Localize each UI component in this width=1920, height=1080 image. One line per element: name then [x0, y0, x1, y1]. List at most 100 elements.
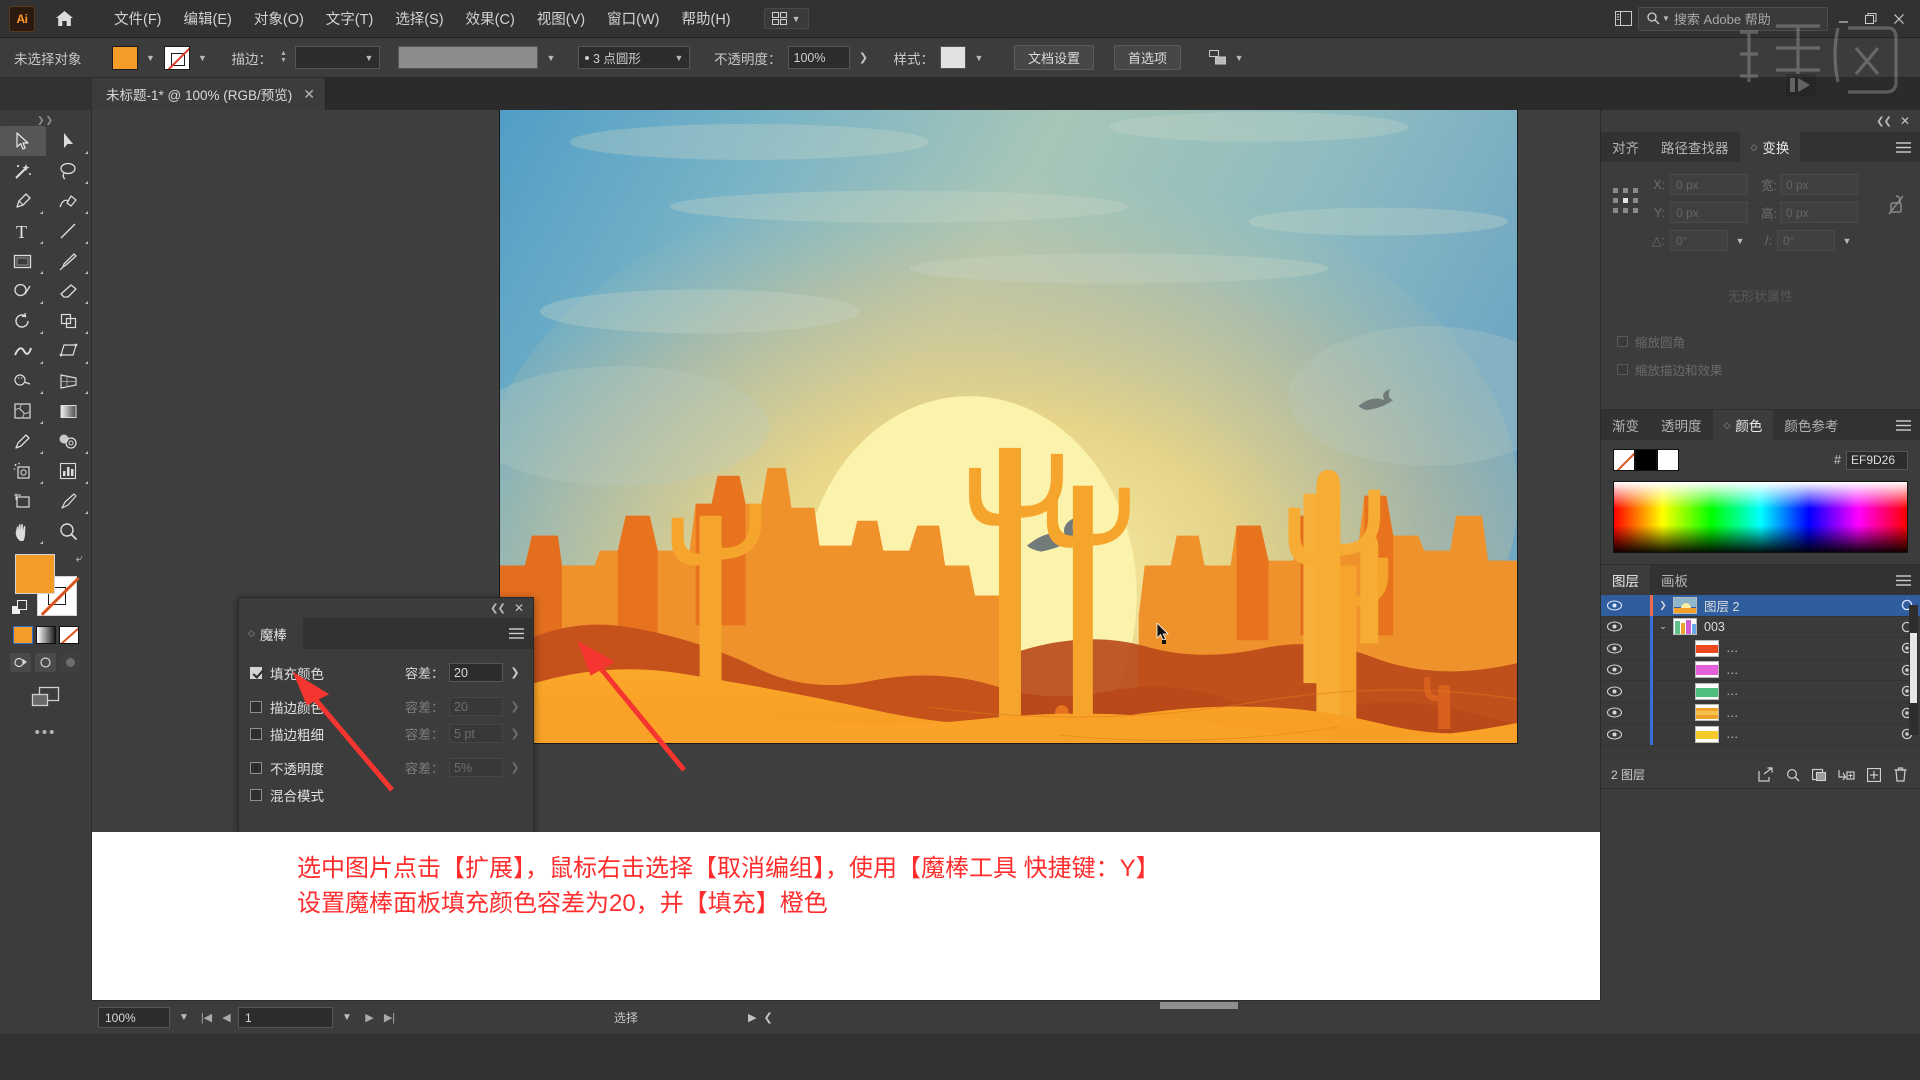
fill-color-swatch[interactable]: [111, 45, 138, 70]
layer-row-5[interactable]: …: [1601, 702, 1920, 724]
blend-tool[interactable]: [46, 426, 92, 456]
hand-tool[interactable]: [0, 516, 46, 546]
tab-layers[interactable]: 图层: [1601, 565, 1650, 595]
stroke-color-swatch[interactable]: [163, 45, 190, 70]
shaper-tool[interactable]: [0, 276, 46, 306]
menu-view[interactable]: 视图(V): [526, 3, 596, 34]
artboard-tool[interactable]: [0, 486, 46, 516]
draw-behind-icon[interactable]: [35, 653, 56, 672]
tolerance-stroke-weight-arrow[interactable]: ❯: [508, 727, 522, 740]
tolerance-opacity-arrow[interactable]: ❯: [508, 761, 522, 774]
mw-row-stroke-color[interactable]: 描边颜色 容差： 20 ❯: [250, 693, 522, 720]
mw-row-stroke-weight[interactable]: 描边粗细 容差： 5 pt ❯: [250, 720, 522, 747]
toolbar-grip[interactable]: ❯❯: [0, 114, 91, 126]
scale-tool[interactable]: [46, 306, 92, 336]
checkbox-opacity[interactable]: [250, 761, 262, 774]
input-height[interactable]: 0 px: [1780, 202, 1858, 223]
magic-wand-panel[interactable]: ❮❮ ✕ ◇ 魔棒 填充颜色 容差： 20 ❯ 描边颜色 容差： 20 ❯ 描边…: [238, 597, 534, 835]
menu-edit[interactable]: 编辑(E): [173, 3, 243, 34]
zoom-tool[interactable]: [46, 516, 92, 546]
style-dropdown-caret[interactable]: ▼: [972, 53, 986, 63]
status-menu-arrow[interactable]: ▶: [748, 1011, 756, 1024]
visibility-toggle-icon[interactable]: [1601, 600, 1628, 611]
checkbox-scale-strokes[interactable]: [1617, 364, 1628, 375]
curvature-tool[interactable]: [46, 186, 92, 216]
paintbrush-tool[interactable]: [46, 246, 92, 276]
tab-color-guide[interactable]: 颜色参考: [1773, 410, 1849, 440]
layer-row-1[interactable]: ⌄ 003: [1601, 616, 1920, 638]
stroke-stepper[interactable]: ▲ ▼: [278, 50, 289, 64]
input-shear[interactable]: 0°: [1777, 230, 1835, 251]
fill-color-box[interactable]: [14, 554, 55, 594]
panel-menu-icon[interactable]: [1896, 574, 1911, 589]
layer-name[interactable]: 图层 2: [1704, 596, 1894, 615]
close-icon[interactable]: ✕: [1900, 114, 1910, 128]
locate-object-icon[interactable]: [1779, 764, 1806, 786]
document-tab[interactable]: 未标题-1* @ 100% (RGB/预览) ✕: [92, 78, 326, 110]
stroke-dropdown-caret[interactable]: ▼: [196, 53, 210, 63]
status-resize-arrow[interactable]: ❮: [763, 1011, 772, 1024]
layer-row-0[interactable]: ❯ 图层 2: [1601, 594, 1920, 617]
eyedropper-tool[interactable]: [0, 426, 46, 456]
magic-wand-tool[interactable]: [0, 156, 46, 186]
default-fill-stroke-icon[interactable]: [10, 600, 28, 620]
tab-artboards[interactable]: 画板: [1650, 565, 1699, 595]
prev-artboard-button[interactable]: ◀: [218, 1011, 235, 1024]
mw-row-fill-color[interactable]: 填充颜色 容差： 20 ❯: [250, 659, 522, 686]
panel-menu-icon[interactable]: [509, 627, 524, 642]
type-tool[interactable]: T: [0, 216, 46, 246]
eraser-tool[interactable]: [46, 276, 92, 306]
menu-effect[interactable]: 效果(C): [455, 3, 526, 34]
visibility-toggle-icon[interactable]: [1601, 621, 1628, 632]
panel-menu-icon[interactable]: [1896, 141, 1911, 156]
opacity-value[interactable]: 100%: [787, 46, 850, 69]
screen-mode-button[interactable]: [0, 686, 91, 708]
tab-transform[interactable]: ◇ 变换: [1739, 132, 1801, 162]
checkbox-scale-strokes-row[interactable]: 缩放描边和效果: [1617, 360, 1723, 379]
brush-definition-select[interactable]: 3 点圆形 ▼: [578, 46, 690, 69]
input-tolerance-opacity[interactable]: 5%: [449, 758, 503, 777]
zoom-level-field[interactable]: 100%: [98, 1007, 170, 1028]
zoom-dropdown-caret[interactable]: ▼: [173, 1012, 195, 1023]
checkbox-stroke-weight[interactable]: [250, 727, 262, 740]
layers-scrollbar[interactable]: [1909, 605, 1918, 735]
layer-name[interactable]: …: [1726, 706, 1894, 720]
new-sublayer-icon[interactable]: [1833, 764, 1860, 786]
arrange-documents-icon[interactable]: [1610, 8, 1636, 30]
collapse-icon[interactable]: ❮❮: [1876, 116, 1892, 127]
input-width[interactable]: 0 px: [1780, 174, 1858, 195]
last-artboard-button[interactable]: ▶|: [381, 1011, 398, 1024]
tab-color[interactable]: ◇ 颜色: [1712, 410, 1774, 440]
panel-menu-icon[interactable]: [1896, 419, 1911, 434]
delete-layer-icon[interactable]: [1887, 764, 1914, 786]
column-graph-tool[interactable]: [46, 456, 92, 486]
draw-normal-icon[interactable]: [10, 653, 31, 672]
disclosure-triangle-icon[interactable]: ⌄: [1653, 621, 1673, 632]
align-options-group[interactable]: ▼: [1209, 49, 1246, 66]
layer-name[interactable]: …: [1726, 684, 1894, 698]
menu-window[interactable]: 窗口(W): [596, 3, 670, 34]
perspective-grid-tool[interactable]: [46, 366, 92, 396]
checkbox-fill-color[interactable]: [250, 666, 262, 679]
mesh-tool[interactable]: [0, 396, 46, 426]
workspace-switcher[interactable]: ▼: [763, 8, 809, 29]
hex-input[interactable]: EF9D26: [1846, 450, 1908, 470]
new-layer-icon[interactable]: [1860, 764, 1887, 786]
free-transform-tool[interactable]: [46, 336, 92, 366]
layer-name[interactable]: 003: [1704, 620, 1894, 634]
swap-fill-stroke-icon[interactable]: ⤶: [76, 551, 83, 566]
shape-builder-tool[interactable]: [0, 366, 46, 396]
visibility-toggle-icon[interactable]: [1601, 643, 1628, 654]
opacity-options-arrow[interactable]: ❯: [856, 46, 872, 69]
next-artboard-button[interactable]: ▶: [361, 1011, 378, 1024]
fill-dropdown-caret[interactable]: ▼: [144, 53, 158, 63]
close-icon[interactable]: ✕: [303, 87, 315, 101]
layer-name[interactable]: …: [1726, 641, 1894, 655]
visibility-toggle-icon[interactable]: [1601, 707, 1628, 718]
tab-gradient[interactable]: 渐变: [1601, 410, 1650, 440]
checkbox-blending-mode[interactable]: [250, 788, 262, 801]
mw-row-opacity[interactable]: 不透明度 容差： 5% ❯: [250, 754, 522, 781]
collapse-icon[interactable]: ❮❮: [490, 603, 506, 614]
close-icon[interactable]: ✕: [514, 601, 524, 615]
tab-pathfinder[interactable]: 路径查找器: [1650, 132, 1740, 162]
